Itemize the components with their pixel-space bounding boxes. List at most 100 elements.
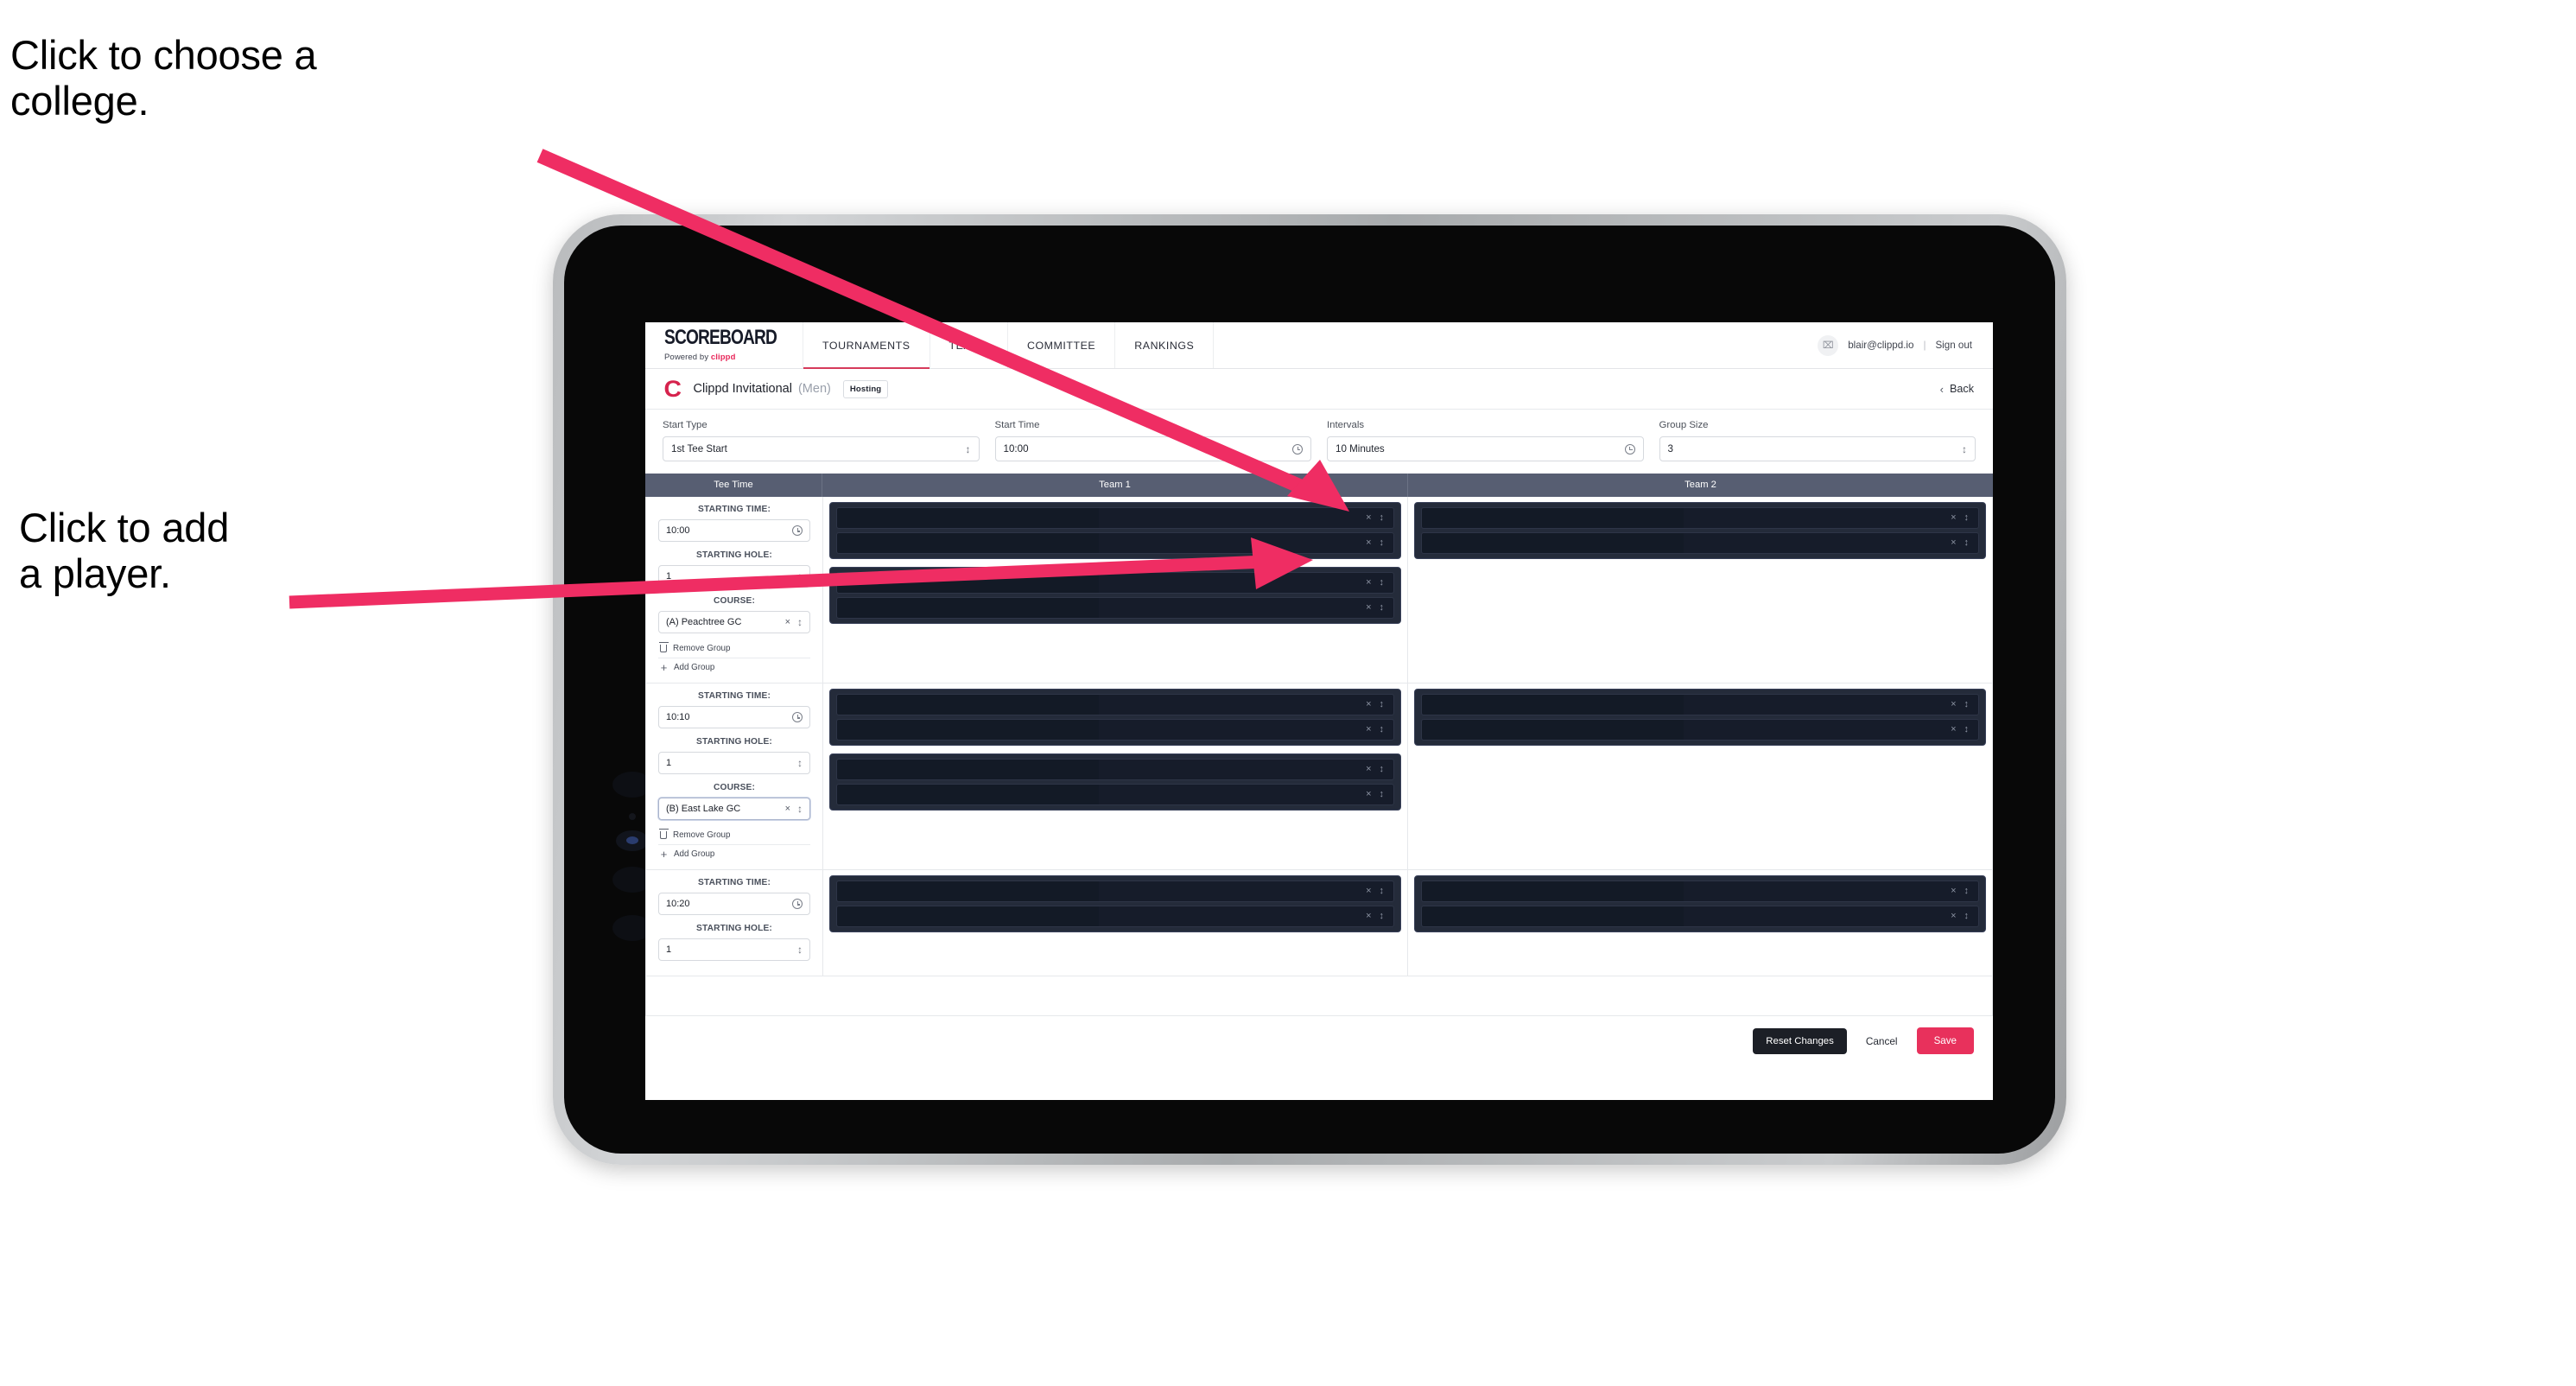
chevron-updown-icon[interactable]: ↕ xyxy=(1380,912,1385,921)
start-type-select[interactable]: 1st Tee Start ↕ xyxy=(663,436,980,461)
pairings-table-body[interactable]: STARTING TIME: 10:00 STARTING HOLE: 1 ↕ COURS… xyxy=(645,497,1993,1015)
chevron-updown-icon[interactable]: ↕ xyxy=(1964,513,1970,523)
team-2-cell[interactable]: × ↕ × ↕ xyxy=(1408,497,1992,683)
nav-item-teams[interactable]: TEAMS xyxy=(930,322,1008,368)
team-1-cell[interactable]: × ↕ × ↕ xyxy=(823,870,1408,976)
chevron-updown-icon[interactable]: ↕ xyxy=(797,617,803,627)
clear-icon[interactable]: × xyxy=(1366,790,1371,799)
clear-icon[interactable]: × xyxy=(1951,513,1956,523)
clear-icon[interactable]: × xyxy=(1951,538,1956,548)
player-slot[interactable]: × ↕ xyxy=(836,906,1394,927)
chevron-updown-icon[interactable]: ↕ xyxy=(1964,725,1970,734)
player-slot[interactable]: × ↕ xyxy=(836,532,1394,554)
course-select[interactable]: (A) Peachtree GC × ↕ xyxy=(658,611,810,633)
clear-icon[interactable]: × xyxy=(1366,765,1371,774)
chevron-updown-icon[interactable]: ↕ xyxy=(1964,538,1970,548)
start-time-input[interactable]: 10:00 xyxy=(994,436,1311,461)
brand-logo[interactable]: SCOREBOARD Powered by clippd xyxy=(645,322,803,368)
team-1-group[interactable]: × ↕ × ↕ xyxy=(829,567,1401,624)
add-group-button[interactable]: + Add Group xyxy=(658,845,810,863)
clear-icon[interactable]: × xyxy=(1366,700,1371,709)
chevron-updown-icon[interactable]: ↕ xyxy=(1380,603,1385,613)
nav-item-committee[interactable]: COMMITTEE xyxy=(1008,322,1116,368)
cancel-button[interactable]: Cancel xyxy=(1847,1027,1917,1055)
team-2-group[interactable]: × ↕ × ↕ xyxy=(1414,875,1986,932)
team-1-group[interactable]: × ↕ × ↕ xyxy=(829,753,1401,811)
player-slot[interactable]: × ↕ xyxy=(836,507,1394,529)
team-2-group[interactable]: × ↕ × ↕ xyxy=(1414,689,1986,746)
player-slot[interactable]: × ↕ xyxy=(836,719,1394,741)
nav-item-tournaments[interactable]: TOURNAMENTS xyxy=(803,322,930,369)
clear-icon[interactable]: × xyxy=(1951,912,1956,921)
starting-time-input[interactable]: 10:20 xyxy=(658,893,810,915)
chevron-updown-icon[interactable]: ↕ xyxy=(1380,725,1385,734)
chevron-updown-icon[interactable]: ↕ xyxy=(797,571,803,582)
starting-hole-input[interactable]: 1 ↕ xyxy=(658,752,810,774)
clear-icon[interactable]: × xyxy=(1366,725,1371,734)
player-slot[interactable]: × ↕ xyxy=(1421,906,1979,927)
starting-hole-value: 1 xyxy=(666,944,672,955)
player-slot[interactable]: × ↕ xyxy=(1421,719,1979,741)
player-slot[interactable]: × ↕ xyxy=(836,784,1394,805)
clear-icon[interactable]: × xyxy=(785,617,790,627)
starting-time-input[interactable]: 10:10 xyxy=(658,706,810,728)
clear-icon[interactable]: × xyxy=(1951,725,1956,734)
column-header-team-2: Team 2 xyxy=(1685,480,1716,490)
player-slot[interactable]: × ↕ xyxy=(836,572,1394,594)
team-2-cell[interactable]: × ↕ × ↕ xyxy=(1408,870,1992,976)
chevron-updown-icon[interactable]: ↕ xyxy=(797,944,803,955)
starting-time-input[interactable]: 10:00 xyxy=(658,519,810,542)
team-1-group[interactable]: × ↕ × ↕ xyxy=(829,502,1401,559)
group-size-select[interactable]: 3 ↕ xyxy=(1659,436,1976,461)
chevron-updown-icon[interactable]: ↕ xyxy=(1380,513,1385,523)
clear-icon[interactable]: × xyxy=(1366,603,1371,613)
chevron-updown-icon[interactable]: ↕ xyxy=(1380,790,1385,799)
clear-icon[interactable]: × xyxy=(1366,538,1371,548)
player-slot[interactable]: × ↕ xyxy=(836,881,1394,902)
chevron-updown-icon[interactable]: ↕ xyxy=(1380,578,1385,588)
player-slot[interactable]: × ↕ xyxy=(836,597,1394,619)
chevron-updown-icon[interactable]: ↕ xyxy=(1380,765,1385,774)
team-2-group[interactable]: × ↕ × ↕ xyxy=(1414,502,1986,559)
chevron-updown-icon[interactable]: ↕ xyxy=(1964,700,1970,709)
clear-icon[interactable]: × xyxy=(1366,887,1371,896)
team-2-cell[interactable]: × ↕ × ↕ xyxy=(1408,683,1992,869)
player-slot[interactable]: × ↕ xyxy=(836,694,1394,715)
intervals-input[interactable]: 10 Minutes xyxy=(1327,436,1644,461)
remove-group-button[interactable]: Remove Group xyxy=(658,826,810,845)
reset-changes-button[interactable]: Reset Changes xyxy=(1753,1027,1847,1054)
chevron-updown-icon[interactable]: ↕ xyxy=(797,758,803,768)
avatar[interactable]: ⌧ xyxy=(1818,334,1839,356)
team-1-group[interactable]: × ↕ × ↕ xyxy=(829,689,1401,746)
add-group-button[interactable]: + Add Group xyxy=(658,658,810,677)
chevron-updown-icon[interactable]: ↕ xyxy=(1380,700,1385,709)
chevron-updown-icon[interactable]: ↕ xyxy=(1964,887,1970,896)
remove-group-button[interactable]: Remove Group xyxy=(658,639,810,658)
clear-icon[interactable]: × xyxy=(1366,912,1371,921)
team-1-cell[interactable]: × ↕ × ↕ × ↕ × ↕ xyxy=(823,497,1408,683)
player-slot[interactable]: × ↕ xyxy=(1421,881,1979,902)
team-1-cell[interactable]: × ↕ × ↕ × ↕ × ↕ xyxy=(823,683,1408,869)
clear-icon[interactable]: × xyxy=(1366,513,1371,523)
course-select[interactable]: (B) East Lake GC × ↕ xyxy=(658,798,810,820)
player-slot[interactable]: × ↕ xyxy=(836,759,1394,780)
clear-icon[interactable]: × xyxy=(785,804,790,814)
starting-hole-input[interactable]: 1 ↕ xyxy=(658,938,810,961)
sign-out-link[interactable]: Sign out xyxy=(1935,340,1972,351)
player-slot[interactable]: × ↕ xyxy=(1421,694,1979,715)
clear-icon[interactable]: × xyxy=(1951,700,1956,709)
save-button[interactable]: Save xyxy=(1916,1027,1974,1054)
player-slot[interactable]: × ↕ xyxy=(1421,532,1979,554)
chevron-updown-icon[interactable]: ↕ xyxy=(1380,887,1385,896)
clear-icon[interactable]: × xyxy=(1951,887,1956,896)
chevron-updown-icon[interactable]: ↕ xyxy=(1380,538,1385,548)
back-button[interactable]: ‹ Back xyxy=(1940,383,1974,396)
clear-icon[interactable]: × xyxy=(1366,578,1371,588)
starting-hole-input[interactable]: 1 ↕ xyxy=(658,565,810,588)
chevron-updown-icon[interactable]: ↕ xyxy=(797,804,803,814)
add-group-label: Add Group xyxy=(674,849,715,859)
chevron-updown-icon[interactable]: ↕ xyxy=(1964,912,1970,921)
team-1-group[interactable]: × ↕ × ↕ xyxy=(829,875,1401,932)
player-slot[interactable]: × ↕ xyxy=(1421,507,1979,529)
nav-item-rankings[interactable]: RANKINGS xyxy=(1115,322,1215,368)
